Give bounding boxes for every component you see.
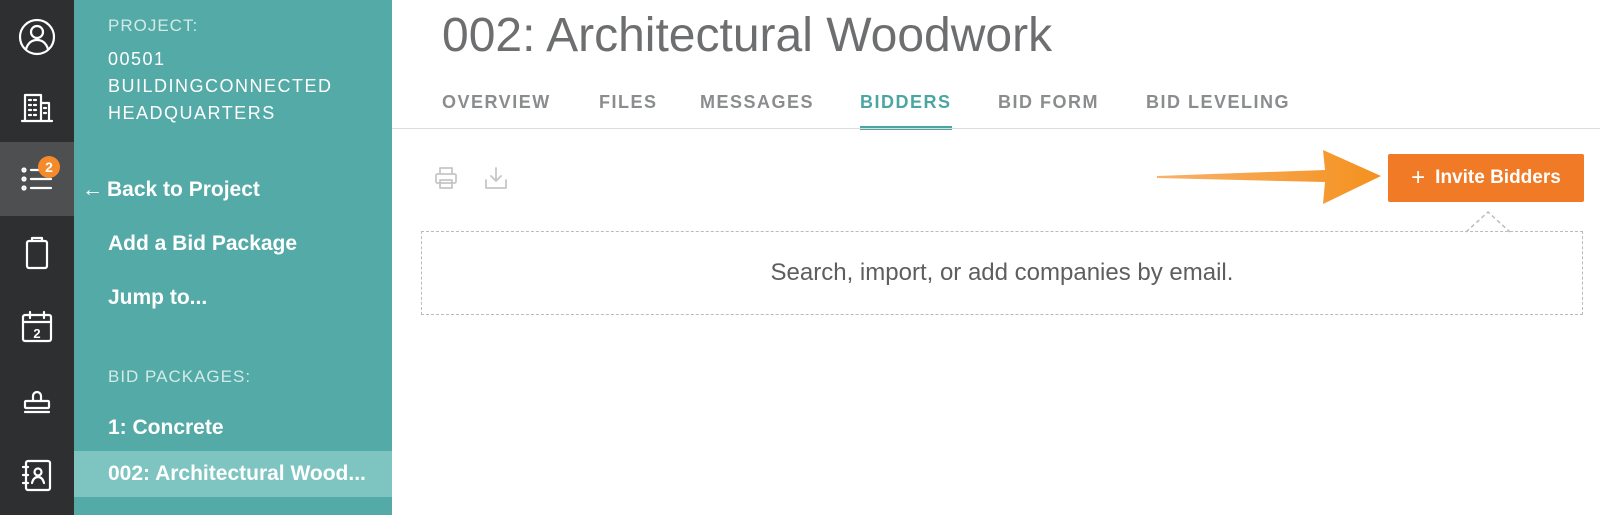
download-icon: [485, 167, 507, 189]
download-button[interactable]: [483, 165, 509, 191]
invite-bidders-label: Invite Bidders: [1435, 167, 1561, 188]
address-book-icon: [21, 459, 52, 492]
tab-divider: [392, 128, 1600, 129]
dropzone-notch: [1466, 211, 1510, 233]
rail-stamp-button[interactable]: [0, 364, 74, 438]
back-to-project-link[interactable]: ← Back to Project: [82, 178, 260, 202]
calendar-icon: 2: [21, 310, 53, 343]
project-sidebar: PROJECT: 00501 BUILDINGCONNECTED HEADQUA…: [74, 0, 392, 515]
tab-bidders[interactable]: BIDDERS: [860, 92, 952, 130]
svg-text:2: 2: [33, 326, 40, 341]
project-label: PROJECT:: [108, 16, 199, 35]
tab-files[interactable]: FILES: [599, 92, 658, 126]
rail-bid-packages-button[interactable]: 2: [0, 142, 74, 216]
dropzone-hint: Search, import, or add companies by emai…: [770, 259, 1234, 286]
tab-messages[interactable]: MESSAGES: [700, 92, 814, 126]
tab-bid-form[interactable]: BID FORM: [998, 92, 1099, 126]
icon-rail: 2 2: [0, 0, 74, 515]
bid-packages-label: BID PACKAGES:: [108, 367, 252, 386]
notification-badge: 2: [38, 156, 60, 178]
rail-tasks-button[interactable]: [0, 216, 74, 290]
add-bid-package-link[interactable]: Add a Bid Package: [108, 232, 297, 256]
bid-package-item-selected[interactable]: 002: Architectural Wood...: [74, 451, 392, 497]
invite-bidders-button[interactable]: + Invite Bidders: [1388, 154, 1584, 202]
print-icon: [435, 167, 457, 189]
annotation-arrow-icon: [1157, 150, 1381, 204]
jump-to-link[interactable]: Jump to...: [108, 286, 207, 310]
back-to-project-label: Back to Project: [107, 178, 260, 201]
bidder-search-dropzone[interactable]: Search, import, or add companies by emai…: [421, 231, 1583, 315]
bid-package-item[interactable]: 1: Concrete: [74, 405, 392, 451]
print-button[interactable]: [433, 165, 459, 191]
project-name: 00501 BUILDINGCONNECTED HEADQUARTERS: [108, 49, 333, 123]
user-profile-icon: [18, 18, 56, 56]
rail-companies-button[interactable]: [0, 70, 74, 144]
stamp-icon: [23, 390, 51, 414]
clipboard-icon: [25, 236, 49, 270]
rail-contacts-button[interactable]: [0, 438, 74, 512]
tab-bid-leveling[interactable]: BID LEVELING: [1146, 92, 1290, 126]
building-icon: [20, 93, 54, 123]
rail-calendar-button[interactable]: 2: [0, 290, 74, 364]
rail-profile-button[interactable]: [0, 0, 74, 74]
page-title: 002: Architectural Woodwork: [442, 9, 1053, 62]
plus-icon: +: [1411, 164, 1426, 191]
arrow-left-icon: ←: [82, 178, 103, 201]
tab-overview[interactable]: OVERVIEW: [442, 92, 551, 126]
